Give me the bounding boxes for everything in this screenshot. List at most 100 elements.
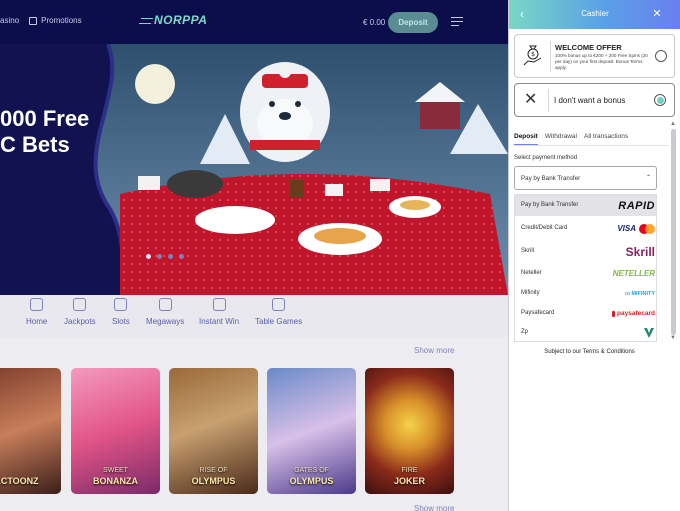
payment-option-skrill[interactable]: Skrill Skrill xyxy=(515,241,656,262)
brand-text: Skrill xyxy=(625,244,655,259)
carousel-dot[interactable] xyxy=(157,254,162,259)
game-tile[interactable]: RISE OF OLYMPUS xyxy=(169,368,258,494)
payment-option-name: Pay by Bank Transfer xyxy=(521,202,579,208)
cashier-tabs: Deposit Withdrawal All transactions xyxy=(514,133,635,145)
cashier-scrollbar[interactable]: ▲ ▼ xyxy=(670,121,677,343)
category-label: Slots xyxy=(112,317,130,326)
brand-text: MIFINITY xyxy=(631,290,655,297)
brand-text: RAPID xyxy=(618,199,655,212)
payment-option-name: Neteller xyxy=(521,270,542,276)
top-nav: asino Promotions xyxy=(0,16,82,25)
deposit-button[interactable]: Deposit xyxy=(388,12,438,33)
category-table-games[interactable]: Table Games xyxy=(255,298,302,326)
hero-banner[interactable]: 000 Free C Bets xyxy=(0,44,508,295)
rapid-logo-icon: RAPID xyxy=(611,198,655,213)
game-title: GATES OF OLYMPUS xyxy=(267,466,356,486)
logo-text: NORPPA xyxy=(154,13,208,27)
brand-text: paysafecard xyxy=(617,310,655,317)
promotions-label: Promotions xyxy=(41,16,82,25)
selected-payment-method: Pay by Bank Transfer xyxy=(521,175,581,182)
payment-option-mifinity[interactable]: Mifinity ∞ MIFINITY xyxy=(515,283,656,304)
nav-promotions-link[interactable]: Promotions xyxy=(29,16,82,25)
divider xyxy=(548,89,549,112)
payment-method-dropdown: Pay by Bank Transfer RAPID Credit/Debit … xyxy=(514,194,657,342)
game-subtitle: SWEET xyxy=(103,467,128,474)
cross-icon: ✕ xyxy=(524,91,538,108)
show-more-link[interactable]: Show more xyxy=(414,504,454,511)
no-bonus-option[interactable]: ✕ I don't want a bonus xyxy=(514,83,675,117)
nav-casino-link[interactable]: asino xyxy=(0,16,19,25)
payment-method-label: Select payment method xyxy=(514,155,578,161)
game-name: BONANZA xyxy=(93,476,138,486)
scroll-down-icon[interactable]: ▼ xyxy=(670,335,676,341)
top-bar: asino Promotions NORPPA € 0.00 Deposit xyxy=(0,0,508,44)
payment-option-zp[interactable]: Zp xyxy=(515,322,656,341)
home-icon xyxy=(30,298,44,311)
category-slots[interactable]: Slots xyxy=(112,298,130,326)
category-label: Instant Win xyxy=(199,317,240,326)
carousel-dot[interactable] xyxy=(179,254,184,259)
trophy-icon xyxy=(73,298,87,311)
game-subtitle: RISE OF xyxy=(199,467,228,474)
category-label: Megaways xyxy=(146,317,185,326)
brand-text: VISA xyxy=(617,224,636,233)
balance-amount: € 0.00 xyxy=(363,18,386,27)
gift-icon xyxy=(29,16,38,25)
game-title: FIRE JOKER xyxy=(365,466,454,486)
game-tile[interactable]: FIRE JOKER xyxy=(365,368,454,494)
tab-underline xyxy=(514,145,669,146)
tab-withdrawal[interactable]: Withdrawal xyxy=(545,133,577,145)
payment-option-card[interactable]: Credit/Debit Card VISA xyxy=(515,218,656,239)
game-tile[interactable]: ACTOONZ xyxy=(0,368,61,494)
cashier-header: ‹ Cashier ✕ xyxy=(509,0,680,29)
welcome-offer-option[interactable]: $ WELCOME OFFER 100% bonus up to €200 + … xyxy=(514,34,675,78)
cashier-panel: ‹ Cashier ✕ $ WELCOME OFFER 100% bonus u… xyxy=(508,0,680,511)
slot-machine-icon xyxy=(114,298,128,311)
game-tile[interactable]: SWEET BONANZA xyxy=(71,368,160,494)
payment-method-select[interactable]: Pay by Bank Transfer ⌃ xyxy=(514,166,657,190)
game-tile[interactable]: GATES OF OLYMPUS xyxy=(267,368,356,494)
terms-conditions-text[interactable]: Subject to our Terms & Conditions xyxy=(509,349,670,355)
payment-option-name: Zp xyxy=(521,329,529,335)
game-title: ACTOONZ xyxy=(0,476,61,486)
welcome-offer-title: WELCOME OFFER xyxy=(555,43,622,52)
menu-icon[interactable] xyxy=(451,17,463,29)
category-bar: Home Jackpots Slots Megaways Instant Win… xyxy=(0,295,508,337)
hero-line-1: 000 Free xyxy=(0,106,90,131)
tab-deposit[interactable]: Deposit xyxy=(514,133,538,145)
category-home[interactable]: Home xyxy=(26,298,47,326)
category-megaways[interactable]: Megaways xyxy=(146,298,184,326)
welcome-offer-radio[interactable] xyxy=(655,50,667,62)
category-label: Jackpots xyxy=(64,317,96,326)
divider xyxy=(550,41,551,72)
hero-line-2: C Bets xyxy=(0,132,70,157)
mifinity-logo-icon: ∞ MIFINITY xyxy=(624,289,655,298)
category-instant-win[interactable]: Instant Win xyxy=(199,298,239,326)
money-bag-hand-icon: $ xyxy=(523,45,542,66)
cards-icon xyxy=(272,298,286,311)
no-bonus-radio[interactable] xyxy=(654,94,666,106)
scroll-thumb[interactable] xyxy=(671,129,676,335)
payment-option-neteller[interactable]: Neteller NETELLER xyxy=(515,263,656,284)
payment-option-paysafecard[interactable]: Paysafecard paysafecard xyxy=(515,303,656,324)
payment-option-name: Skrill xyxy=(521,248,534,254)
welcome-offer-description: 100% bonus up to €200 + 200 Free Spins (… xyxy=(555,53,648,70)
close-icon[interactable]: ✕ xyxy=(651,7,663,21)
game-title: RISE OF OLYMPUS xyxy=(169,466,258,486)
show-more-link[interactable]: Show more xyxy=(414,346,454,355)
payment-option-bank-transfer[interactable]: Pay by Bank Transfer RAPID xyxy=(515,195,656,216)
carousel-dot[interactable] xyxy=(146,254,151,259)
site-logo[interactable]: NORPPA xyxy=(138,13,208,27)
category-label: Home xyxy=(26,317,48,326)
category-jackpots[interactable]: Jackpots xyxy=(64,298,96,326)
moon-icon xyxy=(135,64,175,104)
game-title: SWEET BONANZA xyxy=(71,466,160,486)
scroll-up-icon[interactable]: ▲ xyxy=(670,121,676,127)
tab-all-transactions[interactable]: All transactions xyxy=(584,133,628,145)
mastercard-icon xyxy=(639,223,655,234)
game-name: OLYMPUS xyxy=(289,476,334,486)
game-subtitle: FIRE xyxy=(401,467,418,474)
zp-logo-icon xyxy=(611,325,655,340)
game-name: OLYMPUS xyxy=(191,476,236,486)
carousel-dot[interactable] xyxy=(168,254,173,259)
